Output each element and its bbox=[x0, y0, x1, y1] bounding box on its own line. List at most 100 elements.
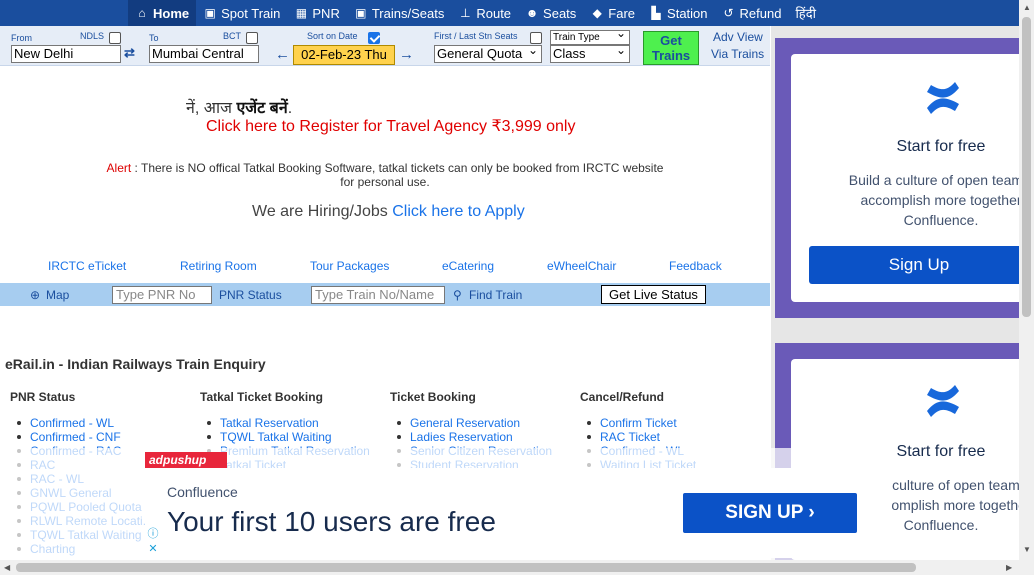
confluence-logo-icon bbox=[927, 82, 959, 114]
first-last-stn-checkbox[interactable] bbox=[530, 32, 542, 44]
live-status-button[interactable]: Get Live Status bbox=[601, 285, 706, 304]
list-item[interactable]: RAC Ticket bbox=[580, 430, 696, 444]
page-title: eRail.in - Indian Railways Train Enquiry bbox=[5, 356, 266, 372]
vertical-scroll-thumb[interactable] bbox=[1022, 17, 1031, 317]
sort-date-checkbox[interactable] bbox=[368, 32, 380, 44]
nav-item-label: PNR bbox=[312, 5, 340, 21]
list-item[interactable]: Ladies Reservation bbox=[390, 430, 552, 444]
scroll-up-icon[interactable]: ▲ bbox=[1023, 3, 1031, 12]
nav-item-pnr[interactable]: ▦ PNR bbox=[287, 0, 346, 26]
nav-item-label: Station bbox=[667, 5, 708, 21]
prev-date-arrow-icon[interactable]: ← bbox=[275, 46, 290, 63]
grid-icon: ▦ bbox=[295, 6, 308, 20]
bottom-ad-brand: Confluence bbox=[167, 484, 238, 500]
irctc-eticket-link[interactable]: IRCTC eTicket bbox=[48, 259, 126, 273]
coach-icon: ▣ bbox=[355, 6, 367, 20]
pnr-input[interactable]: Type PNR No bbox=[112, 286, 212, 304]
retiring-room-link[interactable]: Retiring Room bbox=[180, 259, 257, 273]
list-item[interactable]: Tatkal Reservation bbox=[200, 416, 370, 430]
hiring-label: We are Hiring/Jobs bbox=[252, 203, 393, 220]
tatkal-heading: Tatkal Ticket Booking bbox=[200, 390, 323, 404]
nav-item-hindi[interactable]: हिंदी bbox=[788, 0, 823, 26]
undo-icon: ↺ bbox=[723, 6, 734, 20]
list-item[interactable]: General Reservation bbox=[390, 416, 552, 430]
map-link[interactable]: Map bbox=[46, 288, 69, 302]
first-last-stn-label: First / Last Stn Seats bbox=[434, 31, 518, 41]
swap-icon[interactable]: ⇄ bbox=[124, 45, 135, 61]
globe-icon[interactable]: ⊕ bbox=[30, 288, 40, 302]
scroll-down-icon[interactable]: ▼ bbox=[1023, 545, 1031, 554]
confluence-logo-icon bbox=[927, 385, 959, 417]
ecatering-link[interactable]: eCatering bbox=[442, 259, 494, 273]
from-code-label: NDLS bbox=[80, 31, 105, 41]
pnr-status-heading: PNR Status bbox=[10, 390, 76, 404]
nav-item-label: Spot Train bbox=[221, 5, 281, 21]
search-icon[interactable]: ⚲ bbox=[453, 288, 462, 302]
horizontal-scroll-thumb[interactable] bbox=[16, 563, 916, 572]
nav-item-spot-train[interactable]: ▣ Spot Train bbox=[196, 0, 287, 26]
nav-item-label: हिंदी bbox=[795, 6, 816, 21]
quota-select[interactable]: General Quota bbox=[434, 45, 542, 63]
train-type-select[interactable]: Train Type bbox=[550, 30, 630, 45]
sort-date-label: Sort on Date bbox=[307, 31, 358, 41]
nav-item-label: Fare bbox=[608, 5, 636, 21]
nav-item-refund[interactable]: ↺ Refund bbox=[715, 0, 789, 26]
to-label: To bbox=[149, 33, 159, 43]
tour-packages-link[interactable]: Tour Packages bbox=[310, 259, 389, 273]
bottom-ad-headline: Your first 10 users are free bbox=[167, 506, 496, 537]
bottom-ad-sign-up-button[interactable]: SIGN UP › bbox=[683, 493, 857, 533]
nav-item-label: Refund bbox=[739, 5, 782, 21]
to-code-label: BCT bbox=[223, 31, 241, 41]
list-item[interactable]: TQWL Tatkal Waiting bbox=[200, 430, 370, 444]
vertical-scrollbar[interactable]: ▲ ▼ bbox=[1019, 0, 1034, 560]
ad-title: Start for free bbox=[896, 138, 986, 155]
to-code-checkbox[interactable] bbox=[246, 32, 258, 44]
nav-item-station[interactable]: ▙ Station bbox=[642, 0, 714, 26]
bottom-banner-ad[interactable]: Confluence Your first 10 users are free … bbox=[145, 468, 872, 558]
from-code-checkbox[interactable] bbox=[109, 32, 121, 44]
promo-prefix: नें, आज bbox=[186, 100, 237, 117]
list-item[interactable]: Confirm Ticket bbox=[580, 416, 696, 430]
via-trains-link[interactable]: Via Trains bbox=[711, 47, 764, 61]
find-train-button[interactable]: Find Train bbox=[469, 288, 522, 302]
adv-view-link[interactable]: Adv View bbox=[713, 30, 763, 44]
horizontal-scrollbar[interactable]: ◀ ▶ bbox=[0, 560, 1034, 575]
ad-body-line1: Build a culture of open teamw bbox=[848, 172, 1034, 188]
confluence-ad-card[interactable]: Start for free Build a culture of open t… bbox=[775, 38, 1033, 318]
ewheelchair-link[interactable]: eWheelChair bbox=[547, 259, 616, 273]
alert-text: : There is NO offical Tatkal Booking Sof… bbox=[131, 161, 664, 189]
page: ⌂ Home ▣ Spot Train ▦ PNR ▣ Trains/Seats ⊥ Route ☻… bbox=[0, 0, 1034, 575]
train-search-input[interactable]: Type Train No/Name bbox=[311, 286, 445, 304]
get-trains-button[interactable]: Get Trains bbox=[643, 31, 699, 65]
nav-item-route[interactable]: ⊥ Route bbox=[451, 0, 518, 26]
ad-info-icon[interactable]: ⓘ bbox=[145, 527, 161, 541]
from-station-input[interactable]: New Delhi bbox=[11, 45, 121, 63]
top-nav: ⌂ Home ▣ Spot Train ▦ PNR ▣ Trains/Seats ⊥ Route ☻… bbox=[0, 0, 1019, 26]
list-item[interactable]: Confirmed - CNF bbox=[10, 430, 153, 444]
nav-item-fare[interactable]: ◆ Fare bbox=[583, 0, 642, 26]
apply-link[interactable]: Click here to Apply bbox=[392, 203, 525, 220]
class-select[interactable]: Class bbox=[550, 45, 630, 63]
next-date-arrow-icon[interactable]: → bbox=[399, 46, 414, 63]
scroll-left-icon[interactable]: ◀ bbox=[4, 563, 10, 572]
feedback-link[interactable]: Feedback bbox=[669, 259, 722, 273]
register-agency-link[interactable]: Click here to Register for Travel Agency… bbox=[206, 116, 575, 136]
ad-sign-up-button[interactable]: Sign Up bbox=[809, 246, 1029, 284]
nav-items: ⌂ Home ▣ Spot Train ▦ PNR ▣ Trains/Seats ⊥ Route ☻… bbox=[128, 0, 823, 26]
promo-suffix: . bbox=[287, 100, 293, 117]
ad-close-icon[interactable]: ✕ bbox=[145, 542, 161, 556]
agent-promo-text: नें, आज एजेंट बनें. bbox=[186, 96, 292, 118]
users-icon: ☻ bbox=[525, 6, 539, 20]
nav-item-label: Trains/Seats bbox=[371, 5, 445, 21]
nav-item-trains-seats[interactable]: ▣ Trains/Seats bbox=[347, 0, 452, 26]
scroll-right-icon[interactable]: ▶ bbox=[1006, 563, 1012, 572]
signpost-icon: ⊥ bbox=[460, 6, 471, 20]
list-item[interactable]: Confirmed - WL bbox=[10, 416, 153, 430]
nav-item-home[interactable]: ⌂ Home bbox=[128, 0, 197, 26]
tatkal-alert: Alert : There is NO offical Tatkal Booki… bbox=[100, 161, 670, 189]
to-station-input[interactable]: Mumbai Central bbox=[149, 45, 259, 63]
pnr-status-button[interactable]: PNR Status bbox=[219, 288, 282, 302]
journey-date-input[interactable]: 02-Feb-23 Thu bbox=[293, 45, 395, 65]
from-label: From bbox=[11, 33, 32, 43]
nav-item-seats[interactable]: ☻ Seats bbox=[518, 0, 583, 26]
